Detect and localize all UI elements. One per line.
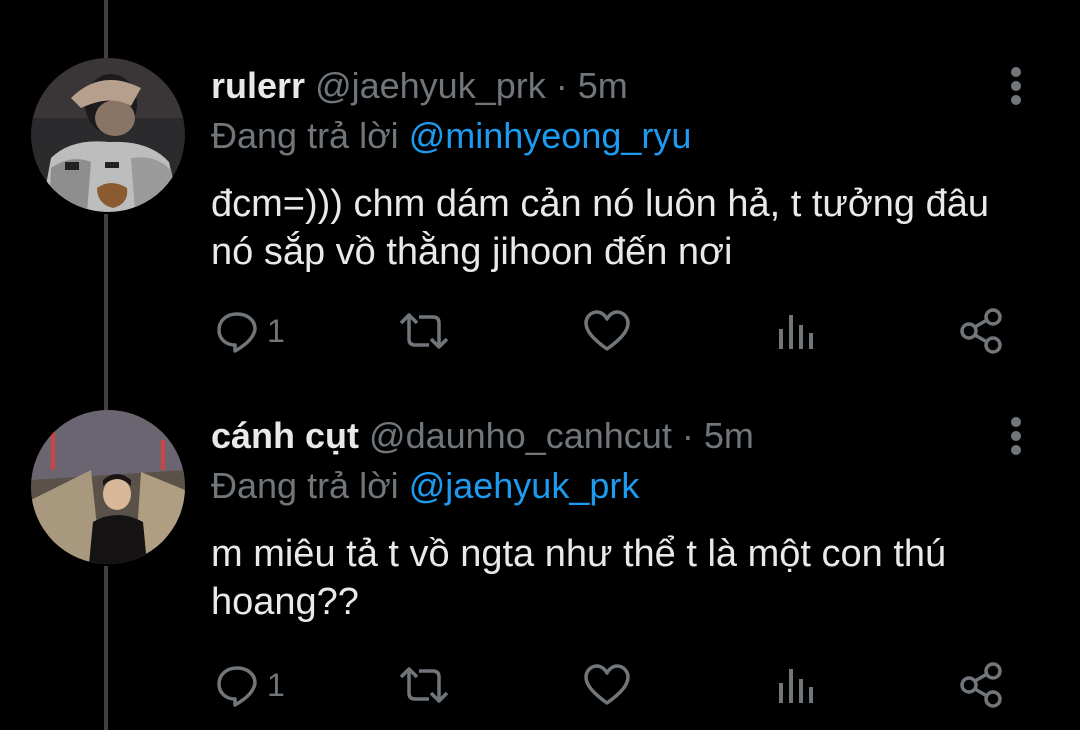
retweet-button[interactable] (397, 660, 451, 710)
reply-icon (217, 312, 257, 353)
display-name[interactable]: rulerr (211, 65, 305, 106)
reply-button[interactable]: 1 (215, 306, 285, 356)
separator: · (555, 65, 568, 106)
like-button[interactable] (583, 306, 631, 356)
reply-button[interactable]: 1 (215, 660, 285, 710)
tweet-header: cánh cụt @daunho_canhcut · 5m (211, 414, 754, 458)
analytics-icon (779, 669, 813, 703)
retweet-icon (399, 667, 449, 703)
tweet[interactable]: cánh cụt @daunho_canhcut · 5m Đang trả l… (0, 380, 1080, 730)
tweet-text: đcm=))) chm dám cản nó luôn hả, t tưởng … (211, 183, 990, 273)
share-button[interactable] (957, 306, 1007, 356)
reply-count: 1 (267, 312, 285, 349)
share-icon (960, 308, 1002, 354)
display-name[interactable]: cánh cụt (211, 415, 359, 456)
tweet-header: rulerr @jaehyuk_prk · 5m (211, 64, 628, 108)
like-icon (584, 310, 630, 351)
handle[interactable]: @jaehyuk_prk (315, 65, 546, 106)
reply-icon (217, 666, 257, 707)
share-button[interactable] (957, 660, 1007, 710)
avatar[interactable] (31, 58, 185, 212)
timestamp[interactable]: 5m (578, 65, 628, 106)
analytics-button[interactable] (773, 306, 817, 356)
tweet-text: m miêu tả t vồ ngta như thể t là một con… (211, 533, 947, 623)
analytics-icon (779, 315, 813, 349)
share-icon (960, 662, 1002, 708)
timestamp[interactable]: 5m (704, 415, 754, 456)
retweet-icon (399, 313, 449, 349)
reply-prefix: Đang trả lời (211, 115, 399, 156)
reply-mention[interactable]: @minhyeong_ryu (409, 115, 692, 156)
avatar[interactable] (31, 410, 185, 564)
tweet-actions: 1 (211, 306, 1031, 356)
avatar-image (31, 410, 185, 564)
tweet-actions: 1 (211, 660, 1031, 710)
like-button[interactable] (583, 660, 631, 710)
reply-context: Đang trả lời @jaehyuk_prk (211, 464, 639, 508)
retweet-button[interactable] (397, 306, 451, 356)
analytics-button[interactable] (773, 660, 817, 710)
like-icon (584, 664, 630, 705)
reply-context: Đang trả lời @minhyeong_ryu (211, 114, 691, 158)
tweet[interactable]: rulerr @jaehyuk_prk · 5m Đang trả lời @m… (0, 0, 1080, 380)
reply-mention[interactable]: @jaehyuk_prk (409, 465, 640, 506)
more-icon[interactable] (996, 414, 1036, 462)
handle[interactable]: @daunho_canhcut (369, 415, 672, 456)
more-icon[interactable] (996, 64, 1036, 112)
avatar-image (31, 58, 185, 212)
reply-prefix: Đang trả lời (211, 465, 399, 506)
separator: · (681, 415, 694, 456)
reply-count: 1 (267, 666, 285, 703)
